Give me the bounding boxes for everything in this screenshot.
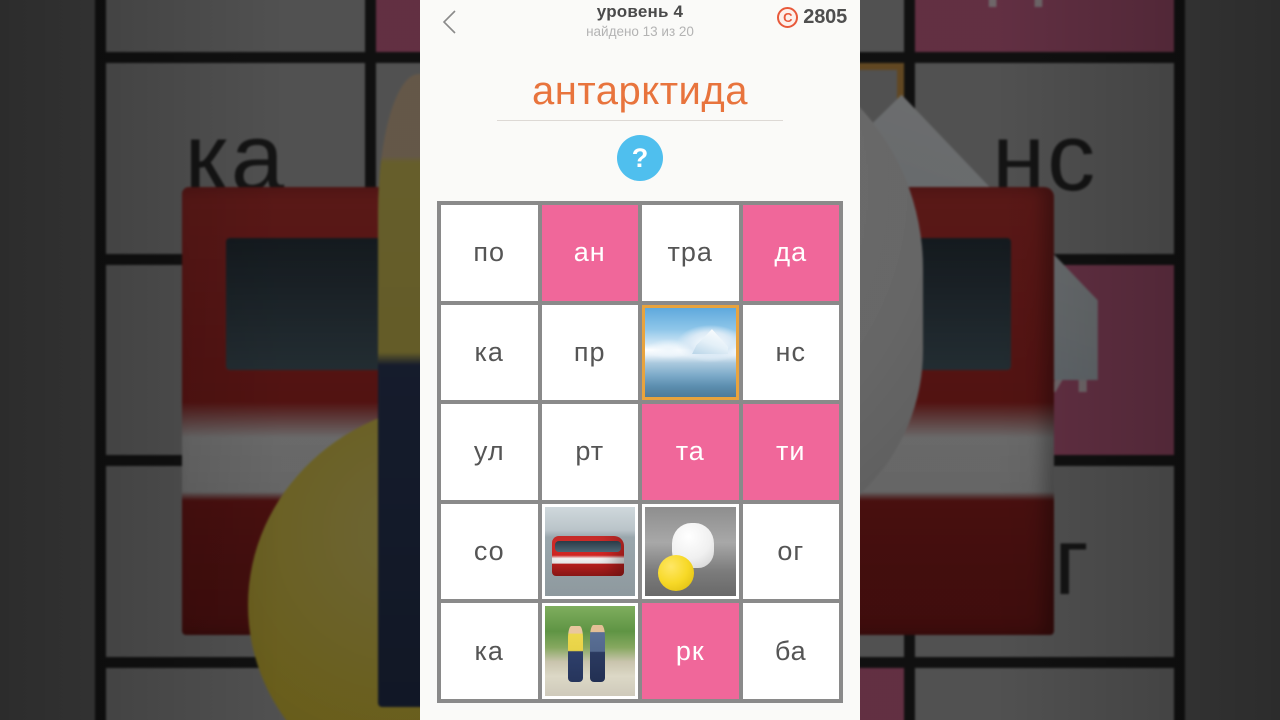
grid-cell-syllable[interactable]: да <box>915 0 1174 52</box>
game-panel: уровень 4 найдено 13 из 20 C 2805 антарк… <box>420 0 860 720</box>
grid-cell-syllable[interactable]: ка <box>441 304 538 401</box>
coin-balance[interactable]: C 2805 <box>777 6 847 29</box>
grid-cell-label: ка <box>474 635 504 666</box>
iceberg-antarctica-photo <box>645 307 736 398</box>
grid-cell-image[interactable] <box>541 603 638 699</box>
coin-icon: C <box>777 7 799 28</box>
header-bar: уровень 4 найдено 13 из 20 C 2805 <box>420 0 860 46</box>
screenshot-stage: по ан тра да ка пр нс ул рт та ти со ог ка рк ба уровен… <box>0 0 1280 720</box>
grid-cell-image[interactable] <box>642 503 739 600</box>
coin-count: 2805 <box>803 6 847 28</box>
grid-cell-label: та <box>675 436 705 467</box>
grid-cell-label: пр <box>573 336 606 367</box>
grid-cell-label: по <box>473 237 506 268</box>
grid-cell-syllable[interactable]: ан <box>541 205 638 301</box>
grid-cell-label: тра <box>667 237 713 268</box>
grid-cell-label: да <box>988 0 1101 11</box>
grid-cell-label: ти <box>776 436 806 467</box>
grid-cell-label: ба <box>990 709 1100 720</box>
grid-cell-label: со <box>473 536 505 567</box>
grid-cell-syllable[interactable]: нс <box>742 304 839 401</box>
hint-area: ? <box>420 135 860 181</box>
grid-cell-syllable[interactable]: ог <box>742 503 839 600</box>
grid-cell-syllable[interactable]: тра <box>642 205 739 301</box>
grid-cell-label: ка <box>474 336 504 367</box>
grid-cell-syllable[interactable]: ка <box>441 603 538 699</box>
grid-cell-syllable[interactable]: по <box>106 0 365 52</box>
bulldog-with-ball-photo <box>645 506 736 597</box>
grid-cell-syllable[interactable]: рт <box>541 404 638 500</box>
grid-cell-label: нс <box>775 336 806 367</box>
grid-cell-image[interactable] <box>642 304 739 401</box>
grid-cell-label: рк <box>675 635 705 666</box>
word-underline <box>497 120 783 121</box>
grid-cell-label: рт <box>575 436 605 467</box>
grid-cell-label: ог <box>777 536 805 567</box>
grid-cell-syllable[interactable]: ба <box>742 603 839 699</box>
grid-cell-syllable[interactable]: ти <box>742 404 839 500</box>
target-word-area: антарктида <box>420 68 860 121</box>
grid-cell-label: по <box>181 0 290 11</box>
grid-cell-syllable[interactable]: ул <box>441 404 538 500</box>
puzzle-grid: по ан тра да ка пр нс ул рт та ти со ог ка рк ба <box>437 201 843 703</box>
grid-cell-syllable[interactable]: со <box>441 503 538 600</box>
grid-cell-syllable[interactable]: да <box>742 205 839 301</box>
grid-cell-label: ул <box>473 436 505 467</box>
target-word: антарктида <box>532 69 748 113</box>
couple-walking-dog-photo <box>544 606 635 696</box>
grid-cell-label: ан <box>573 237 606 268</box>
grid-cell-syllable[interactable]: по <box>441 205 538 301</box>
grid-cell-syllable[interactable]: пр <box>541 304 638 401</box>
grid-cell-label: ка <box>185 709 287 720</box>
grid-cell-label: ба <box>774 635 807 666</box>
grid-cell-label: да <box>774 237 808 268</box>
grid-cell-syllable[interactable]: та <box>642 404 739 500</box>
grid-cell-image[interactable] <box>541 503 638 600</box>
grid-cell-syllable[interactable]: ба <box>915 668 1174 720</box>
hint-button[interactable]: ? <box>617 135 663 181</box>
red-bus-photo <box>544 506 635 597</box>
grid-cell-syllable[interactable]: рк <box>642 603 739 699</box>
